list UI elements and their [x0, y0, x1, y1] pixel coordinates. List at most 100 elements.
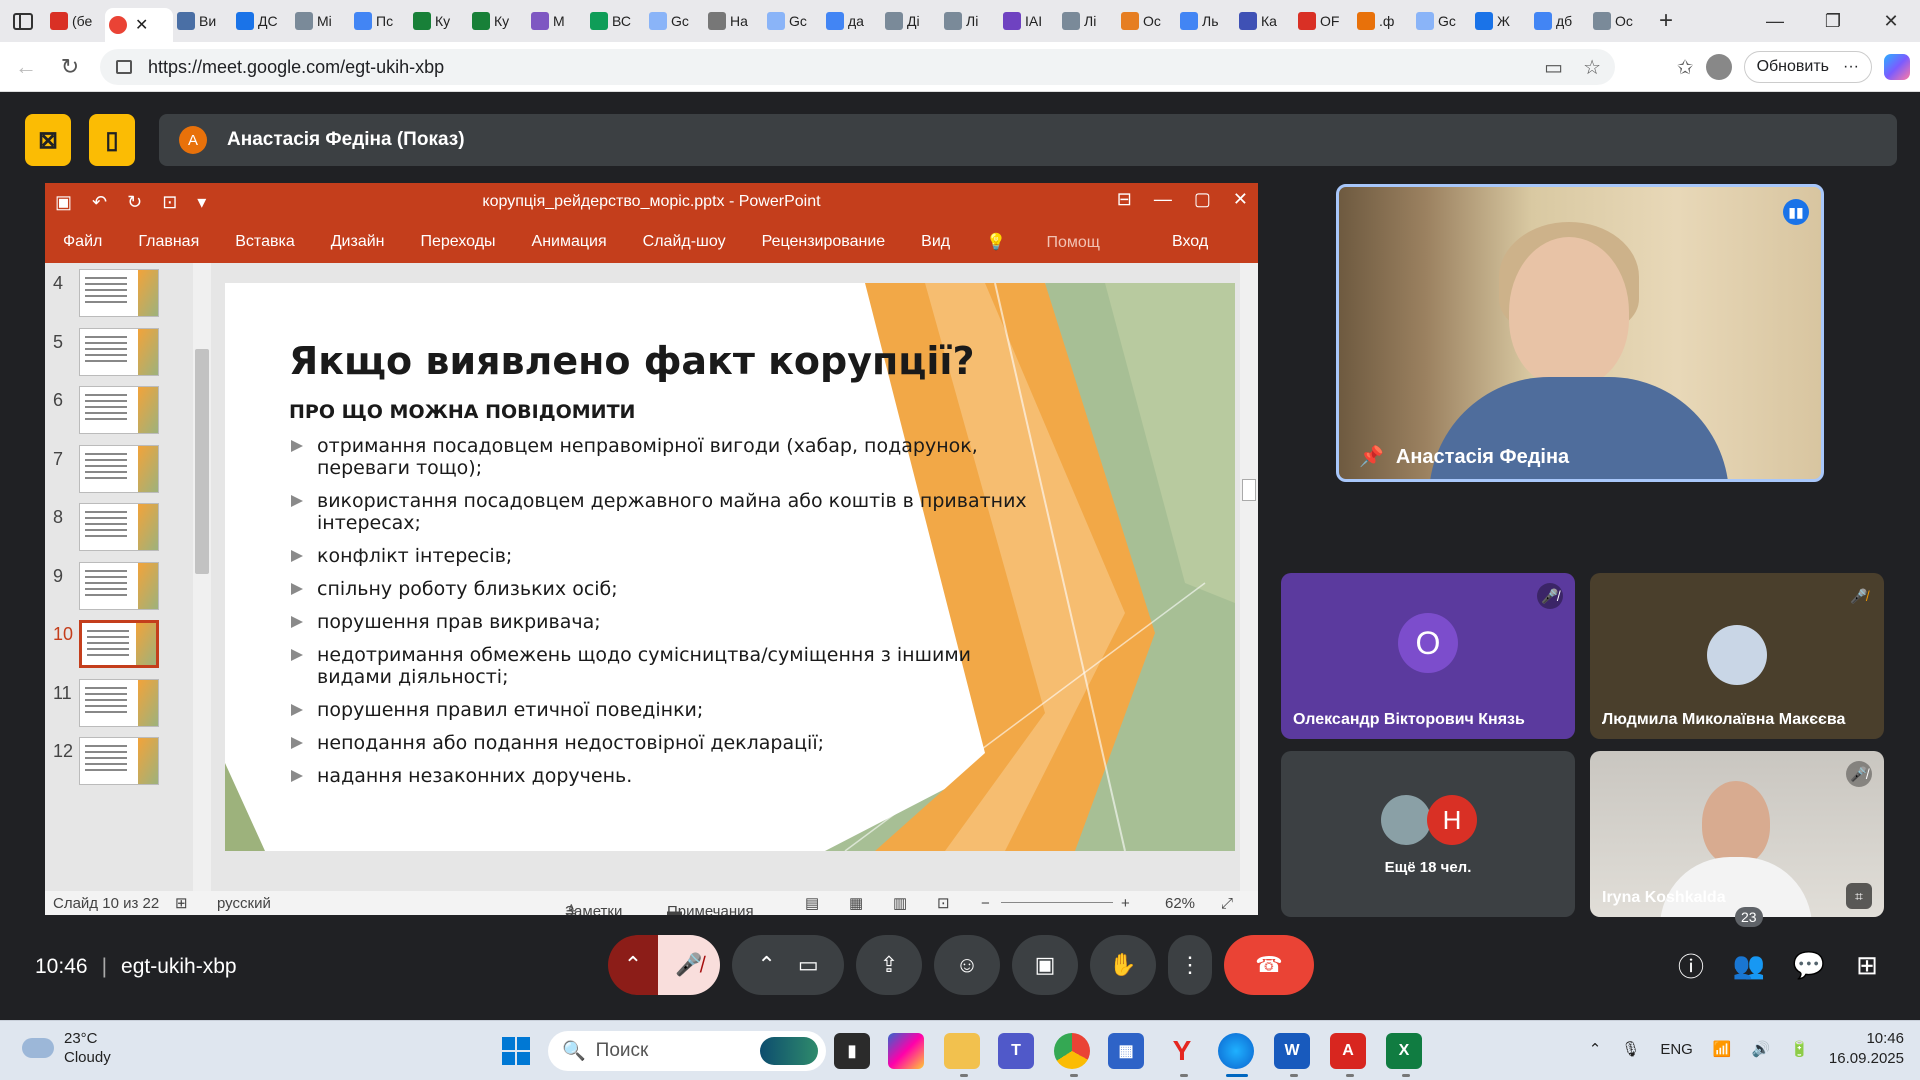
present-screen-button[interactable]: ⇪ — [856, 935, 922, 995]
slide-scroll-thumb[interactable] — [1242, 479, 1256, 501]
close-window-button[interactable]: ✕ — [1862, 0, 1920, 42]
ribbon-tab[interactable]: Рецензирование — [762, 233, 886, 251]
excel-icon[interactable]: X — [1386, 1033, 1422, 1069]
sign-in-link[interactable]: Вход — [1172, 233, 1244, 251]
ribbon-tab[interactable]: Дизайн — [331, 233, 385, 251]
slide-thumbnail[interactable]: 8 — [45, 503, 185, 563]
close-tab-icon[interactable]: ✕ — [135, 15, 148, 35]
browser-tab[interactable]: Мі — [291, 4, 350, 38]
minimize-button[interactable]: — — [1746, 0, 1804, 42]
slideshow-view-icon[interactable]: ⊡ — [937, 894, 950, 912]
ppt-maximize-icon[interactable]: ▢ — [1194, 189, 1211, 210]
update-button[interactable]: Обновить ··· — [1743, 51, 1872, 83]
captions-button[interactable]: ▣ — [1012, 935, 1078, 995]
browser-tab[interactable]: Gc — [1412, 4, 1471, 38]
meeting-details-button[interactable]: ⓘ — [1669, 935, 1713, 995]
microphone-tray-icon[interactable]: 🎙 — [1621, 1040, 1640, 1058]
ppt-close-icon[interactable]: ✕ — [1233, 189, 1248, 210]
help-search[interactable]: 💡 Помощ — [986, 232, 1136, 252]
new-tab-button[interactable]: + — [1648, 7, 1684, 35]
main-speaker-tile[interactable]: ▮▮ 📌 Анастасія Федіна — [1336, 184, 1824, 482]
zoom-level[interactable]: 62% — [1165, 895, 1195, 912]
edge-icon[interactable] — [1218, 1033, 1254, 1069]
ribbon-tab[interactable]: Файл — [63, 233, 102, 251]
browser-tab[interactable]: Ку — [409, 4, 468, 38]
input-language[interactable]: ENG — [1660, 1041, 1693, 1058]
site-info-icon[interactable] — [116, 60, 132, 74]
raise-hand-button[interactable]: ✋ — [1090, 935, 1156, 995]
slide-thumbnail[interactable]: 5 — [45, 327, 185, 388]
favorites-icon[interactable]: ✩ — [1677, 55, 1694, 80]
ribbon-tab[interactable]: Вид — [921, 233, 950, 251]
slide-thumbnail[interactable]: 12 — [45, 737, 185, 797]
battery-icon[interactable]: 🔋 — [1790, 1040, 1809, 1058]
browser-tab[interactable]: Лі — [1058, 4, 1117, 38]
file-explorer-icon[interactable] — [944, 1033, 980, 1069]
taskbar-search[interactable]: 🔍 Поиск — [548, 1031, 826, 1071]
browser-tab[interactable]: Gc — [763, 4, 822, 38]
browser-tab[interactable]: На — [704, 4, 763, 38]
normal-view-icon[interactable]: ▤ — [805, 894, 819, 912]
participant-tile[interactable]: 🎤̸ Людмила Миколаївна Макєєва — [1590, 573, 1884, 739]
browser-tab[interactable]: Ді — [881, 4, 940, 38]
browser-tab[interactable]: Ви — [173, 4, 232, 38]
maximize-button[interactable]: ❐ — [1804, 0, 1862, 42]
presentation-toggle-button[interactable]: ⊠ — [25, 114, 71, 166]
slide-thumbnail[interactable]: 10 — [45, 620, 185, 680]
browser-tab[interactable]: Лі — [940, 4, 999, 38]
fit-to-window-icon[interactable]: ⤢ — [1221, 895, 1233, 912]
browser-tab[interactable]: (бе — [46, 4, 105, 38]
more-options-button[interactable]: ⋮ — [1168, 935, 1212, 995]
spellcheck-icon[interactable]: ⊞ — [175, 894, 188, 912]
reactions-button[interactable]: ☺ — [934, 935, 1000, 995]
slide-thumbnail[interactable]: 7 — [45, 444, 185, 505]
more-participants-tile[interactable]: Н Ещё 18 чел. — [1281, 751, 1575, 917]
ribbon-tab[interactable]: Вставка — [235, 233, 294, 251]
browser-tab[interactable]: Ос — [1117, 4, 1176, 38]
reload-icon[interactable]: ↻ — [48, 54, 92, 80]
browser-tab[interactable]: Пс — [350, 4, 409, 38]
weather-widget[interactable]: 23°C Cloudy — [22, 1029, 111, 1067]
browser-tab[interactable]: Ль — [1176, 4, 1235, 38]
browser-tab[interactable]: Ку — [468, 4, 527, 38]
slide-thumbnail[interactable]: 6 — [45, 386, 185, 446]
more-menu-icon[interactable]: ··· — [1843, 58, 1859, 76]
ribbon-tab[interactable]: Переходы — [421, 233, 496, 251]
slide-thumbnail[interactable]: 9 — [45, 561, 185, 622]
thumbnails-scrollbar[interactable] — [193, 263, 211, 891]
layout-button[interactable]: ▯ — [89, 114, 135, 166]
task-view-icon[interactable]: ▮ — [834, 1033, 870, 1069]
acrobat-icon[interactable]: A — [1330, 1033, 1366, 1069]
url-field[interactable]: https://meet.google.com/egt-ukih-xbp ▭ ☆ — [100, 49, 1615, 85]
zoom-in-icon[interactable]: + — [1121, 895, 1130, 912]
browser-tab[interactable]: Ж — [1471, 4, 1530, 38]
chrome-icon[interactable] — [1054, 1033, 1090, 1069]
slide-thumbnail[interactable]: 4 — [45, 269, 185, 329]
volume-icon[interactable]: 🔊 — [1752, 1040, 1771, 1058]
start-button[interactable] — [502, 1037, 530, 1065]
teams-icon[interactable]: T — [998, 1033, 1034, 1069]
reading-view-icon[interactable]: ▥ — [893, 894, 907, 912]
wifi-icon[interactable]: 📶 — [1713, 1040, 1732, 1058]
browser-tab[interactable]: М — [527, 4, 586, 38]
browser-tab[interactable]: Gc — [645, 4, 704, 38]
participant-tile[interactable]: 🎤̸ ⌗ Iryna Koshkalda — [1590, 751, 1884, 917]
bookmark-star-icon[interactable]: ☆ — [1583, 55, 1601, 80]
ribbon-tab[interactable]: Слайд-шоу — [643, 233, 726, 251]
clock[interactable]: 10:46 16.09.2025 — [1829, 1029, 1904, 1069]
browser-tab[interactable]: ВС — [586, 4, 645, 38]
browser-tab[interactable]: ІАІ — [999, 4, 1058, 38]
tab-actions-menu-button[interactable] — [0, 0, 46, 42]
profile-avatar[interactable] — [1705, 54, 1732, 80]
browser-tab[interactable]: ДС — [232, 4, 291, 38]
slide-scrollbar[interactable] — [1240, 263, 1258, 891]
word-icon[interactable]: W — [1274, 1033, 1310, 1069]
browser-tab[interactable]: ОF — [1294, 4, 1353, 38]
chat-button[interactable]: 💬 — [1787, 935, 1831, 995]
browser-tab[interactable]: ✕ — [105, 8, 173, 42]
camera-toggle-button[interactable]: ⌃ ▭ — [732, 935, 844, 995]
yandex-browser-icon[interactable]: Y — [1164, 1033, 1200, 1069]
participant-tile[interactable]: О 🎤̸ Олександр Вікторович Князь — [1281, 573, 1575, 739]
activities-button[interactable]: ⊞ — [1845, 935, 1889, 995]
crop-icon[interactable]: ⌗ — [1846, 883, 1872, 909]
